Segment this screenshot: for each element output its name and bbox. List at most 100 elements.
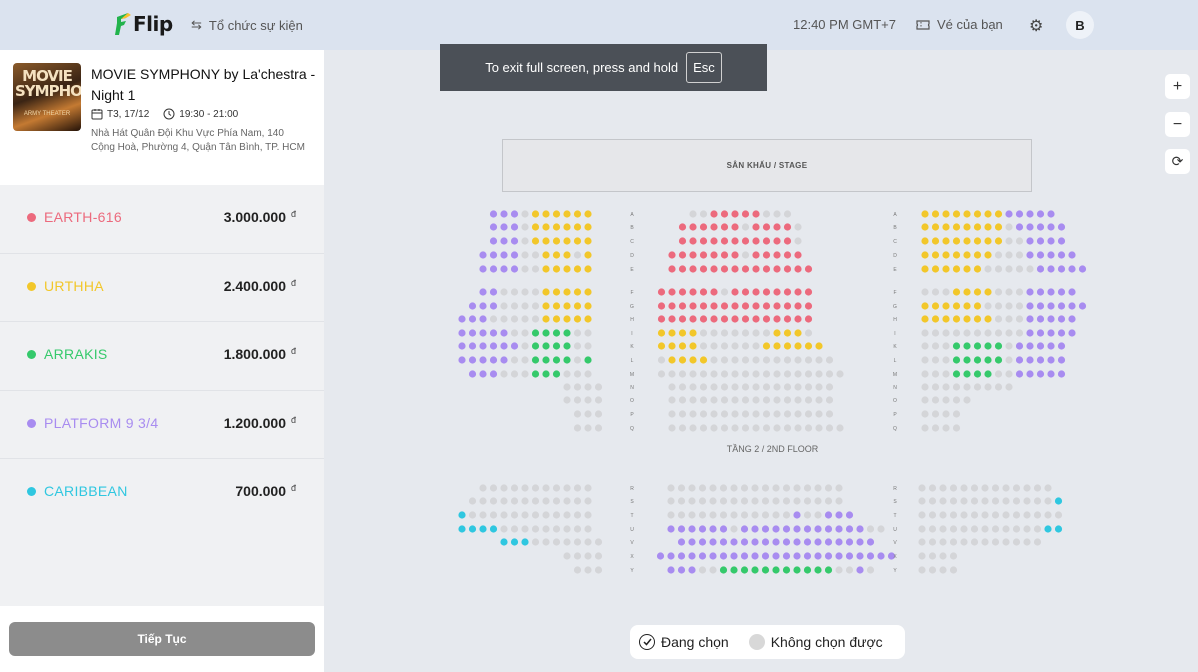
seat-available[interactable] — [1057, 237, 1066, 245]
seat-available[interactable] — [794, 329, 802, 337]
seat-available[interactable] — [584, 210, 592, 218]
seat-available[interactable] — [804, 302, 813, 310]
seat-available[interactable] — [752, 302, 760, 310]
seat-available[interactable] — [835, 511, 843, 519]
zoom-out-button[interactable]: − — [1165, 112, 1190, 137]
seat-available[interactable] — [1026, 210, 1034, 218]
seat-available[interactable] — [500, 356, 508, 364]
seat-available[interactable] — [794, 251, 802, 259]
seat-available[interactable] — [1068, 288, 1076, 296]
tier-caribbean[interactable]: CARIBBEAN 700.000 đ — [0, 459, 324, 528]
seat-available[interactable] — [563, 315, 571, 323]
seat-available[interactable] — [1005, 210, 1013, 218]
seat-available[interactable] — [489, 210, 498, 218]
seat-available[interactable] — [668, 265, 676, 273]
seat-available[interactable] — [1047, 315, 1055, 323]
seat-available[interactable] — [678, 265, 687, 273]
seat-available[interactable] — [773, 288, 781, 296]
seat-available[interactable] — [731, 265, 739, 273]
seat-available[interactable] — [698, 538, 707, 546]
seat-available[interactable] — [1047, 251, 1055, 259]
seat-available[interactable] — [668, 288, 676, 296]
seat-available[interactable] — [678, 288, 687, 296]
seat-available[interactable] — [510, 538, 519, 546]
seat-available[interactable] — [688, 525, 696, 533]
seat-available[interactable] — [552, 315, 561, 323]
seat-available[interactable] — [856, 525, 864, 533]
seat-available[interactable] — [973, 237, 982, 245]
seat-available[interactable] — [751, 525, 759, 533]
seat-available[interactable] — [552, 265, 561, 273]
seat-available[interactable] — [856, 538, 864, 546]
seat-available[interactable] — [668, 251, 676, 259]
seat-available[interactable] — [689, 302, 697, 310]
seat-available[interactable] — [952, 265, 961, 273]
seat-available[interactable] — [719, 566, 728, 574]
seat-available[interactable] — [542, 342, 550, 350]
seat-available[interactable] — [877, 552, 885, 560]
seat-available[interactable] — [1057, 329, 1066, 337]
seat-available[interactable] — [584, 315, 592, 323]
seat-available[interactable] — [952, 288, 961, 296]
seat-available[interactable] — [542, 288, 550, 296]
seat-available[interactable] — [668, 302, 676, 310]
seat-available[interactable] — [794, 288, 802, 296]
seat-available[interactable] — [720, 237, 729, 245]
seat-available[interactable] — [762, 315, 771, 323]
seat-available[interactable] — [584, 288, 592, 296]
seat-available[interactable] — [531, 370, 540, 378]
seat-available[interactable] — [1036, 315, 1045, 323]
seat-available[interactable] — [689, 223, 697, 231]
my-tickets-link[interactable]: Vé của bạn — [916, 17, 1003, 32]
seat-available[interactable] — [479, 315, 487, 323]
seat-available[interactable] — [720, 302, 729, 310]
seat-available[interactable] — [563, 251, 571, 259]
seat-available[interactable] — [1026, 302, 1034, 310]
seat-available[interactable] — [1057, 223, 1066, 231]
seat-available[interactable] — [942, 251, 950, 259]
seat-available[interactable] — [468, 525, 477, 533]
seat-available[interactable] — [678, 223, 687, 231]
seat-available[interactable] — [698, 552, 707, 560]
user-avatar[interactable]: B — [1066, 11, 1094, 39]
flip-logo[interactable]: Flip — [114, 9, 173, 39]
seat-available[interactable] — [740, 538, 749, 546]
seat-available[interactable] — [963, 223, 971, 231]
seat-available[interactable] — [824, 525, 833, 533]
seat-available[interactable] — [479, 329, 487, 337]
seat-available[interactable] — [678, 237, 687, 245]
seat-available[interactable] — [552, 370, 561, 378]
seat-available[interactable] — [689, 265, 697, 273]
seat-available[interactable] — [1057, 356, 1066, 364]
seat-available[interactable] — [657, 302, 666, 310]
seat-available[interactable] — [752, 237, 760, 245]
seat-available[interactable] — [468, 370, 477, 378]
seat-available[interactable] — [552, 329, 561, 337]
seat-available[interactable] — [1078, 302, 1087, 310]
seat-available[interactable] — [531, 210, 540, 218]
seat-available[interactable] — [984, 315, 992, 323]
seat-available[interactable] — [731, 315, 739, 323]
seat-available[interactable] — [782, 538, 791, 546]
seat-available[interactable] — [710, 223, 718, 231]
seat-available[interactable] — [710, 237, 718, 245]
seat-available[interactable] — [931, 302, 940, 310]
seat-available[interactable] — [1068, 315, 1076, 323]
seat-available[interactable] — [678, 302, 687, 310]
seat-available[interactable] — [510, 210, 519, 218]
seat-available[interactable] — [794, 302, 802, 310]
seat-available[interactable] — [563, 329, 571, 337]
seat-available[interactable] — [1057, 251, 1066, 259]
seat-available[interactable] — [921, 237, 929, 245]
seat-available[interactable] — [584, 223, 592, 231]
seat-available[interactable] — [573, 288, 582, 296]
seat-available[interactable] — [710, 265, 718, 273]
seat-available[interactable] — [1054, 525, 1063, 533]
seat-available[interactable] — [942, 265, 950, 273]
seat-available[interactable] — [468, 315, 477, 323]
seat-available[interactable] — [489, 265, 498, 273]
seat-available[interactable] — [479, 288, 487, 296]
seat-available[interactable] — [468, 342, 477, 350]
seat-available[interactable] — [710, 302, 718, 310]
seat-available[interactable] — [773, 251, 781, 259]
